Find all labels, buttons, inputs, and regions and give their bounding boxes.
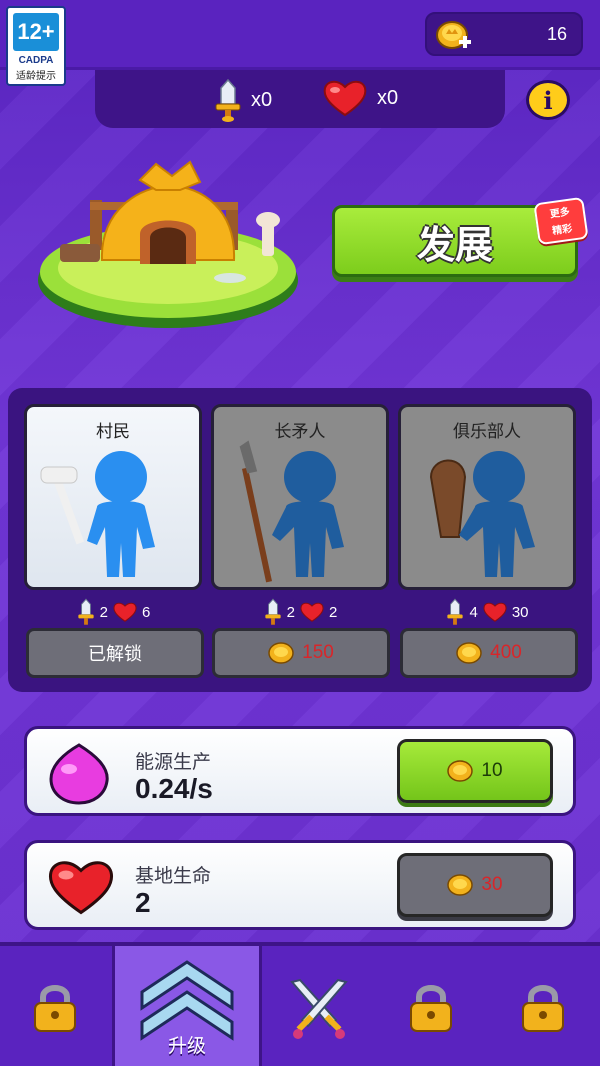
energy-drop-icon — [49, 743, 109, 805]
sword-icon — [265, 598, 281, 625]
nav-upgrade-tab[interactable]: 升级 — [112, 946, 262, 1066]
villager-attack: 2 — [99, 603, 108, 621]
info-button[interactable]: i — [526, 80, 570, 120]
character-card-clubman[interactable]: 俱乐部人 — [398, 404, 576, 590]
villager-unlocked-button[interactable]: 已解锁 — [26, 628, 204, 678]
age-rating-number: 12+ — [13, 13, 59, 51]
coin-count: 16 — [546, 24, 567, 44]
padlock-icon — [34, 985, 76, 1032]
padlock-icon — [522, 985, 564, 1032]
clubman-health: 30 — [511, 603, 529, 621]
spearman-stats: 2 2 — [211, 598, 389, 626]
nav-locked-3[interactable] — [488, 946, 598, 1066]
more-fun-badge[interactable]: 更多 精彩 — [533, 196, 589, 246]
attack-count: x0 — [251, 88, 273, 111]
base-health-upgrade-price: 30 — [481, 874, 503, 895]
coin-add-icon[interactable] — [435, 18, 473, 54]
energy-upgrade-price: 10 — [481, 760, 503, 781]
spearman-price: 150 — [302, 642, 334, 663]
energy-production-row: 能源生产 0.24/s 10 — [24, 726, 576, 816]
villager-figure — [40, 451, 155, 577]
heart-icon — [323, 80, 367, 117]
padlock-icon — [410, 985, 452, 1032]
info-icon: i — [543, 85, 553, 115]
coin-icon — [447, 874, 474, 896]
coin-icon — [268, 642, 294, 664]
upgrade-chevron-icon — [140, 960, 234, 1041]
coin-balance[interactable]: 16 — [425, 12, 583, 56]
resource-stats-panel: x0 x0 — [95, 70, 505, 128]
bottom-nav: 升级 — [0, 942, 600, 1066]
clubman-price: 400 — [490, 642, 522, 663]
spearman-buy-button[interactable]: 150 — [212, 628, 390, 678]
energy-production-title: 能源生产 — [135, 751, 212, 773]
base-health-row: 基地生命 2 30 — [24, 840, 576, 930]
sword-icon — [215, 78, 241, 122]
nav-locked-2[interactable] — [376, 946, 486, 1066]
base-health-value: 2 — [135, 887, 151, 918]
age-rating-tip: 适龄提示 — [16, 71, 56, 82]
nav-locked-1[interactable] — [0, 946, 110, 1066]
villager-health: 6 — [142, 603, 151, 621]
clubman-buy-button[interactable]: 400 — [400, 628, 578, 678]
base-health-upgrade-button[interactable]: 30 — [397, 853, 553, 917]
nav-battle-tab[interactable] — [264, 946, 374, 1066]
character-card-villager[interactable]: 村民 — [24, 404, 202, 590]
coin-icon — [447, 760, 474, 782]
clubman-attack: 4 — [469, 603, 478, 621]
clubman-figure — [429, 451, 535, 577]
spearman-figure — [239, 440, 344, 583]
nav-upgrade-label: 升级 — [167, 1035, 206, 1057]
health-stat: x0 — [321, 78, 398, 118]
heart-icon — [300, 602, 324, 622]
coin-icon — [456, 642, 482, 664]
sword-icon — [78, 598, 94, 625]
heart-icon — [48, 861, 114, 915]
character-card-spearman[interactable]: 长矛人 — [211, 404, 389, 590]
base-health-title: 基地生命 — [135, 865, 212, 887]
spearman-health: 2 — [329, 603, 338, 621]
spearman-attack: 2 — [286, 603, 295, 621]
attack-stat: x0 — [213, 78, 272, 122]
heart-icon — [483, 602, 507, 622]
villager-stats: 2 6 — [24, 598, 202, 626]
village-island-illustration — [38, 160, 298, 328]
age-rating-badge: 12+ CADPA 适龄提示 — [6, 6, 66, 86]
clubman-stats: 4 30 — [398, 598, 576, 626]
crossed-swords-icon — [290, 978, 348, 1039]
unlocked-label: 已解锁 — [88, 644, 142, 665]
energy-upgrade-button[interactable]: 10 — [397, 739, 553, 803]
energy-production-value: 0.24/s — [135, 773, 213, 804]
age-rating-org: CADPA — [18, 55, 54, 66]
sword-icon — [447, 598, 464, 625]
heart-icon — [113, 602, 137, 622]
health-count: x0 — [377, 86, 399, 109]
